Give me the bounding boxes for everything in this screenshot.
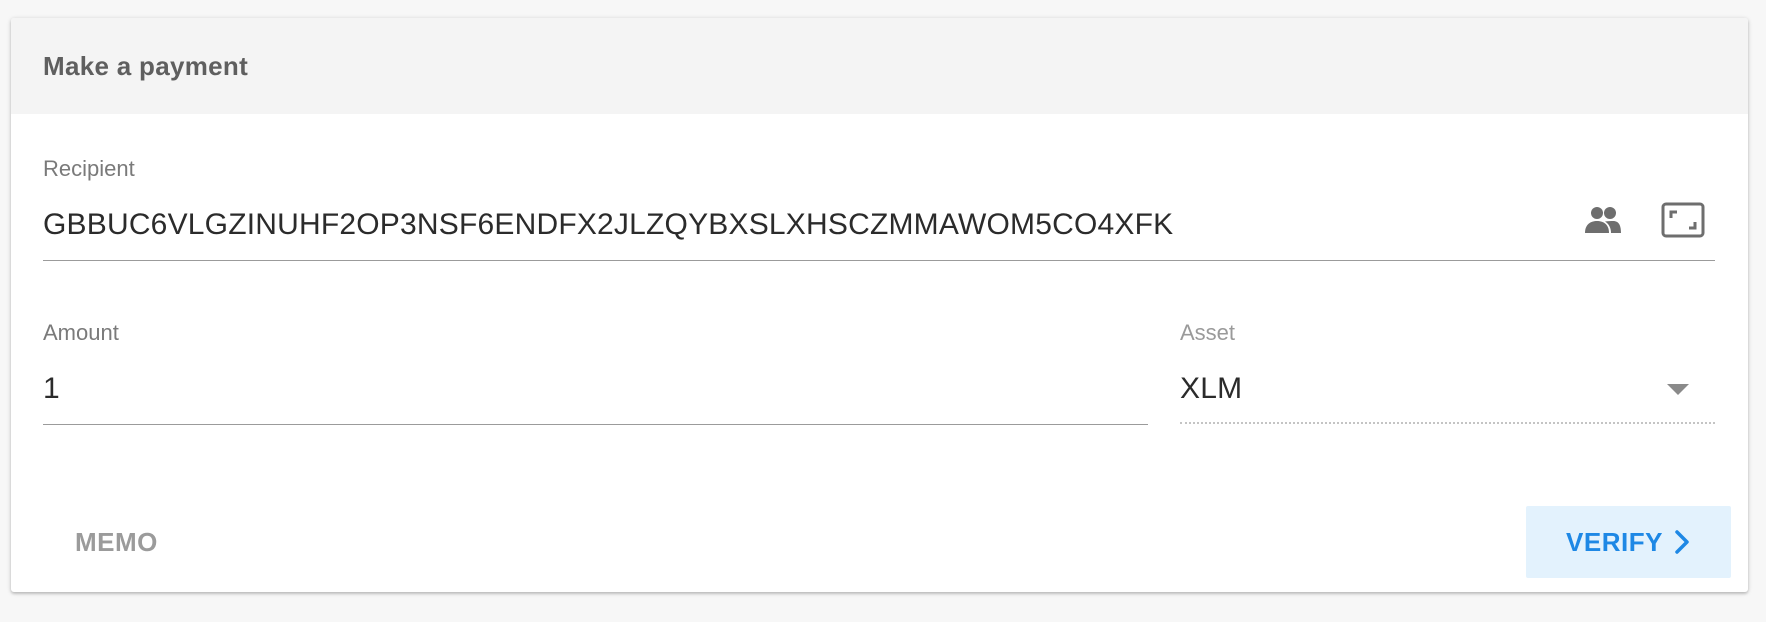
contacts-button[interactable] (1579, 196, 1627, 244)
amount-underline (43, 424, 1148, 425)
amount-label: Amount (43, 320, 119, 345)
contacts-icon (1585, 207, 1621, 233)
memo-button-label: MEMO (75, 526, 158, 557)
qr-scan-button[interactable] (1659, 196, 1707, 244)
amount-field[interactable]: Amount 1 (43, 320, 1148, 428)
recipient-underline (43, 260, 1715, 261)
card-header: Make a payment (11, 18, 1748, 114)
asset-selected-value[interactable]: XLM (1180, 372, 1242, 406)
qr-scan-icon (1661, 202, 1705, 238)
amount-input[interactable]: 1 (43, 372, 60, 406)
asset-underline (1180, 422, 1715, 424)
verify-button[interactable]: VERIFY (1526, 506, 1731, 578)
memo-button[interactable]: MEMO (43, 506, 190, 578)
asset-select[interactable]: Asset XLM (1180, 320, 1715, 428)
recipient-label: Recipient (43, 156, 135, 181)
page-title: Make a payment (43, 50, 249, 81)
recipient-field[interactable]: Recipient GBBUC6VLGZINUHF2OP3NSF6ENDFX2J… (43, 156, 1715, 264)
asset-label: Asset (1180, 320, 1236, 345)
dropdown-arrow-icon[interactable] (1667, 384, 1689, 395)
recipient-input[interactable]: GBBUC6VLGZINUHF2OP3NSF6ENDFX2JLZQYBXSLXH… (43, 208, 1173, 242)
payment-card: Make a payment Recipient GBBUC6VLGZINUHF… (11, 18, 1748, 592)
verify-button-label: VERIFY (1566, 526, 1663, 557)
chevron-right-icon (1675, 530, 1689, 554)
